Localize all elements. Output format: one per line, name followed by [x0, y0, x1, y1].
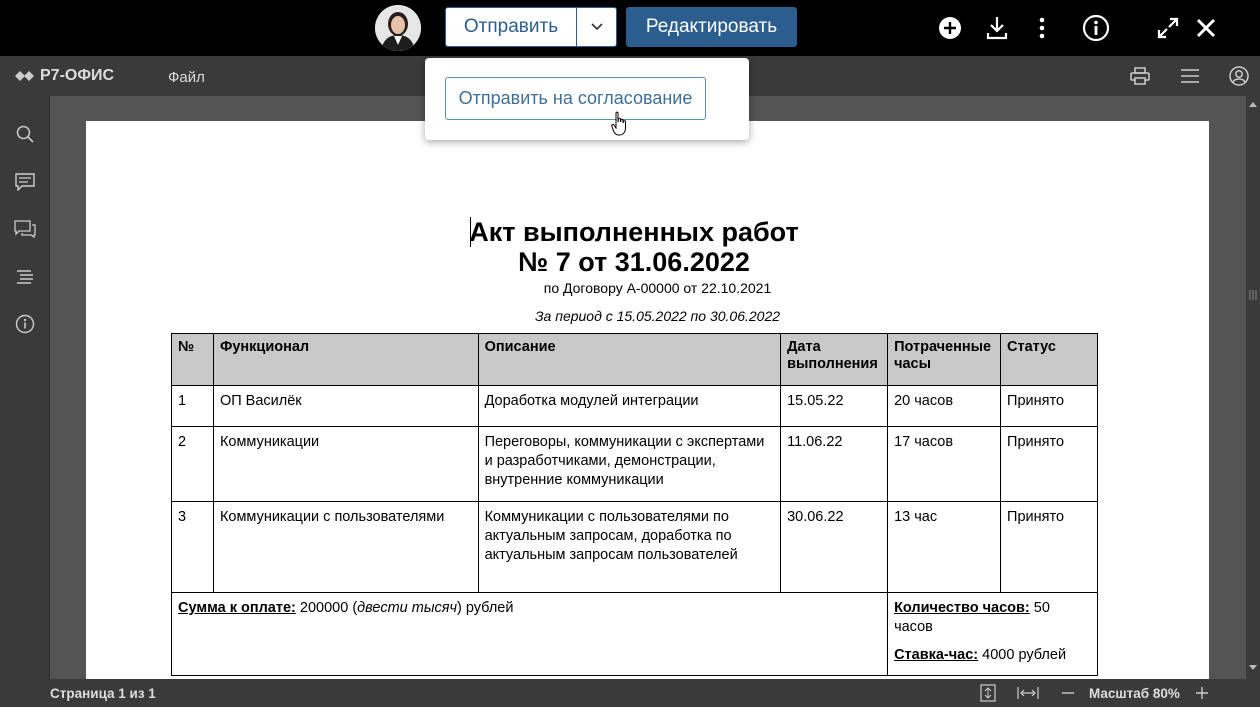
zoom-out-icon[interactable] — [1059, 684, 1077, 702]
header-number: № — [171, 333, 214, 386]
zoom-in-icon[interactable] — [1193, 684, 1211, 702]
document-workspace[interactable]: Акт выполненных работ № 7 от 31.06.2022 … — [50, 96, 1246, 679]
table-cell: 1 — [171, 385, 214, 427]
header-description: Описание — [477, 333, 782, 386]
sum-value-pre: 200000 ( — [295, 600, 358, 616]
page-indicator: Страница 1 из 1 — [50, 686, 156, 701]
scroll-grip-icon[interactable] — [1246, 288, 1260, 302]
table-cell: 20 часов — [887, 385, 1002, 427]
chat-icon[interactable] — [13, 217, 37, 241]
hours-cell: Количество часов: 50 часов Ставка-час: 4… — [887, 592, 1098, 676]
download-icon[interactable] — [979, 10, 1015, 46]
edit-button[interactable]: Редактировать — [626, 7, 797, 47]
table-cell: Коммуникации — [212, 426, 479, 502]
send-button[interactable]: Отправить — [445, 7, 577, 47]
table-cell: Принято — [1000, 501, 1098, 593]
scroll-up-icon[interactable] — [1246, 98, 1260, 110]
print-icon[interactable] — [1128, 64, 1152, 88]
table-header-row: № Функционал Описание Дата выполнения По… — [171, 333, 1098, 386]
rate-label: Ставка-час: — [894, 647, 979, 663]
top-bar: Отправить Редактировать — [0, 0, 1260, 56]
send-for-approval-item[interactable]: Отправить на согласование — [445, 77, 706, 120]
close-icon[interactable] — [1188, 10, 1224, 46]
hand-cursor-icon — [611, 111, 626, 136]
table-summary-row: Сумма к оплате: 200000 (двести тысяч) ру… — [170, 592, 1098, 676]
table-cell: 11.06.22 — [780, 426, 889, 502]
document-title: Акт выполненных работ — [469, 217, 799, 247]
more-vertical-icon[interactable] — [1024, 10, 1060, 46]
table-cell: 2 — [171, 426, 214, 502]
info-icon[interactable] — [1078, 10, 1114, 46]
navigation-icon[interactable] — [13, 265, 37, 289]
table-cell: 3 — [171, 501, 214, 593]
scroll-down-icon[interactable] — [1246, 662, 1260, 674]
document-page[interactable]: Акт выполненных работ № 7 от 31.06.2022 … — [86, 121, 1209, 679]
about-icon[interactable] — [13, 312, 37, 336]
fit-page-icon[interactable] — [979, 684, 997, 702]
comment-icon[interactable] — [13, 170, 37, 194]
header-hours: Потраченные часы — [887, 333, 1002, 386]
table-row: 1 ОП Василёк Доработка модулей интеграци… — [171, 385, 1098, 427]
table-row: 3 Коммуникации с пользователями Коммуник… — [171, 501, 1098, 593]
hours-label: Количество часов: — [894, 600, 1030, 616]
sum-cell: Сумма к оплате: 200000 (двести тысяч) ру… — [170, 592, 889, 676]
app-logo: Р7-ОФИС — [15, 67, 114, 85]
fit-width-icon[interactable] — [1017, 684, 1039, 702]
table-cell: ОП Василёк — [212, 385, 479, 427]
user-icon[interactable] — [1227, 64, 1251, 88]
header-status: Статус — [1000, 333, 1098, 386]
menu-icon[interactable] — [1178, 64, 1202, 88]
fullscreen-icon[interactable] — [1150, 10, 1186, 46]
vertical-scrollbar[interactable] — [1246, 96, 1260, 679]
logo-icon — [15, 71, 34, 81]
chevron-down-icon — [590, 23, 603, 31]
zoom-level: Масштаб 80% — [1089, 686, 1180, 701]
table-cell: Коммуникации с пользователями по актуаль… — [477, 501, 782, 593]
header-functional: Функционал — [212, 333, 479, 386]
period: За период с 15.05.2022 по 30.06.2022 — [534, 308, 781, 324]
table-cell: Принято — [1000, 385, 1098, 427]
table-cell: Переговоры, коммуникации с экспертами и … — [477, 426, 782, 502]
sum-value-post: ) рублей — [457, 600, 514, 616]
table-cell: 30.06.22 — [780, 501, 889, 593]
plus-icon[interactable] — [932, 10, 968, 46]
table-cell: 13 час — [887, 501, 1002, 593]
rate-value: 4000 рублей — [978, 647, 1067, 663]
send-options-button[interactable] — [576, 7, 617, 47]
sum-words: двести тысяч — [357, 600, 457, 616]
table-cell: Коммуникации с пользователями — [212, 501, 479, 593]
document-number: № 7 от 31.06.2022 — [518, 247, 750, 277]
file-menu[interactable]: Файл — [168, 69, 205, 86]
table-row: 2 Коммуникации Переговоры, коммуникации … — [171, 426, 1098, 502]
sum-label: Сумма к оплате: — [178, 600, 296, 616]
status-bar: Страница 1 из 1 Масштаб 80% — [0, 679, 1260, 707]
table-cell: Доработка модулей интеграции — [477, 385, 782, 427]
header-date: Дата выполнения — [780, 333, 889, 386]
send-dropdown: Отправить на согласование — [425, 58, 749, 140]
left-sidebar — [0, 96, 50, 679]
table-cell: 17 часов — [887, 426, 1002, 502]
search-icon[interactable] — [13, 122, 37, 146]
avatar[interactable] — [375, 5, 421, 51]
act-table: № Функционал Описание Дата выполнения По… — [170, 333, 1098, 676]
table-cell: Принято — [1000, 426, 1098, 502]
logo-text: Р7-ОФИС — [40, 67, 115, 84]
table-cell: 15.05.22 — [780, 385, 889, 427]
contract-reference: по Договору А-00000 от 22.10.2021 — [543, 280, 772, 296]
